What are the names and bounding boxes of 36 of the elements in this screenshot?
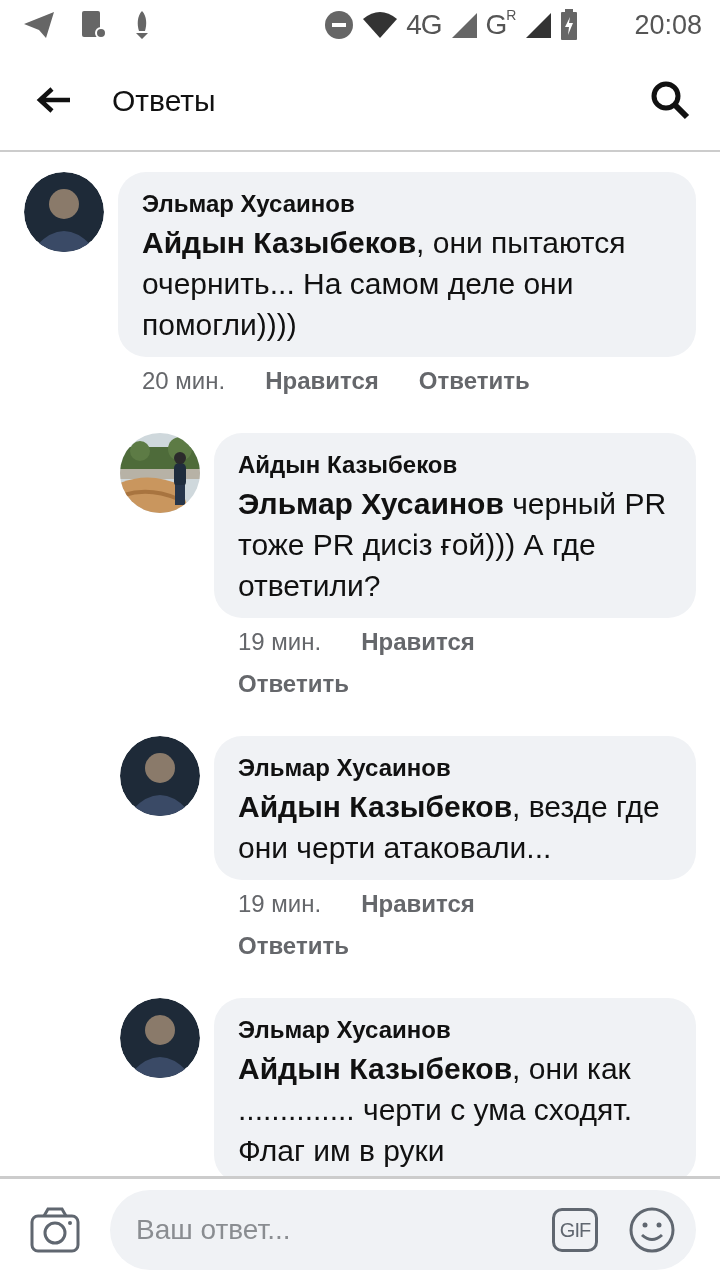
reply-link[interactable]: Ответить [238, 928, 349, 964]
author-name[interactable]: Айдын Казыбеков [238, 447, 672, 483]
gif-button[interactable]: GIF [552, 1207, 598, 1252]
emoji-icon[interactable] [628, 1205, 676, 1254]
comment-text: Айдын Казыбеков, они пытаются очернить... На самом деле они помогли)))) [142, 225, 627, 343]
network-label: G [485, 8, 507, 42]
camera-icon[interactable] [30, 1206, 80, 1253]
reply-input-field[interactable]: Ваш ответ... GIF [110, 1189, 696, 1270]
author-name[interactable]: Эльмар Хусаинов [142, 186, 672, 222]
comment-text: Айдын Казыбеков, везде где они черти атаковали... [238, 789, 661, 866]
avatar-icon [120, 998, 200, 1078]
timestamp: 20 мин. [142, 366, 226, 396]
search-icon[interactable] [650, 80, 690, 120]
signal-icon [524, 11, 553, 39]
network-label: 4G [406, 8, 442, 42]
author-name[interactable]: Эльмар Хусаинов [238, 1012, 672, 1048]
author-name[interactable]: Эльмар Хусаинов [238, 750, 672, 786]
back-arrow-icon[interactable] [36, 86, 72, 114]
like-link[interactable]: Нравится [265, 363, 379, 399]
clock: 20:08 [634, 8, 702, 42]
page-title: Ответы [112, 82, 216, 119]
roaming-label: R [506, 8, 517, 22]
like-link[interactable]: Нравится [361, 886, 475, 922]
reply-link[interactable]: Ответить [418, 363, 530, 399]
wifi-icon [362, 11, 399, 39]
like-link[interactable]: Нравится [361, 624, 475, 660]
comment-text: Эльмар Хусаинов черный PR тоже PR дисіз ғой))) А где ответили? [238, 486, 668, 604]
do-not-disturb-icon [324, 10, 355, 40]
reply-link[interactable]: Ответить [238, 666, 349, 702]
timestamp: 19 мин. [238, 627, 322, 657]
avatar-icon [120, 736, 200, 816]
timestamp: 19 мин. [238, 889, 322, 919]
comment-text: Айдын Казыбеков, они как .............. черти с ума сходят. Флаг им в руки [238, 1051, 634, 1169]
battery-icon [560, 9, 579, 41]
avatar-icon [24, 172, 104, 252]
send-icon [22, 10, 56, 40]
